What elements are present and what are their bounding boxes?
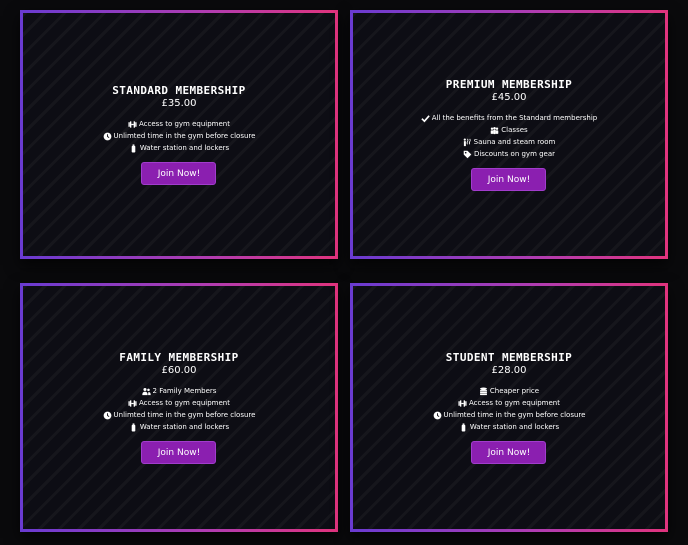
users-icon (141, 387, 151, 396)
feature-item: Water station and lockers (103, 142, 256, 154)
feature-text: Water station and lockers (469, 423, 560, 431)
plan-title: Standard Membership (112, 84, 246, 97)
feature-item: 2 Family Members (103, 385, 256, 397)
plan-title: Premium Membership (445, 78, 573, 91)
coins-icon (479, 387, 488, 396)
feature-text: Classes (501, 126, 528, 134)
membership-card-premium: Premium Membership £45.00 All the benefi… (350, 10, 668, 259)
feature-list: 2 Family Members Access to gym equipment… (103, 385, 256, 433)
plan-price: £45.00 (491, 92, 527, 103)
feature-item: Access to gym equipment (103, 118, 256, 130)
join-now-button[interactable]: Join Now! (141, 441, 217, 464)
tag-icon (463, 150, 472, 159)
feature-text: All the benefits from the Standard membe… (431, 114, 598, 122)
card-content: Premium Membership £45.00 All the benefi… (421, 78, 597, 191)
feature-item: Sauna and steam room (421, 136, 597, 148)
feature-list: Access to gym equipment Unlimted time in… (103, 118, 256, 154)
feature-item: Access to gym equipment (433, 397, 586, 409)
clock-icon (433, 411, 442, 420)
feature-item: Unlimted time in the gym before closure (103, 409, 256, 421)
feature-text: Access to gym equipment (469, 399, 560, 407)
feature-text: Water station and lockers (139, 423, 230, 431)
feature-text: Unlimted time in the gym before closure (443, 411, 586, 419)
feature-text: Access to gym equipment (139, 399, 230, 407)
bottle-icon (129, 143, 138, 153)
feature-item: Unlimted time in the gym before closure (433, 409, 586, 421)
clock-icon (103, 411, 112, 420)
plan-price: £60.00 (161, 365, 197, 376)
feature-item: Unlimted time in the gym before closure (103, 130, 256, 142)
dumbbell-icon (458, 399, 467, 408)
clock-icon (103, 132, 112, 141)
feature-list: All the benefits from the Standard membe… (421, 112, 597, 160)
dumbbell-icon (128, 399, 137, 408)
feature-item: Classes (421, 124, 597, 136)
membership-card-family: Family Membership £60.00 2 Family Member… (20, 283, 338, 532)
feature-item: Discounts on gym gear (421, 148, 597, 160)
card-content: Family Membership £60.00 2 Family Member… (103, 351, 256, 464)
hot-tub-icon (463, 138, 472, 147)
feature-item: Water station and lockers (103, 421, 256, 433)
feature-text: Unlimted time in the gym before closure (113, 132, 256, 140)
check-icon (421, 114, 430, 123)
card-content: Student Membership £28.00 Cheaper price … (433, 351, 586, 464)
plan-title: Family Membership (119, 351, 239, 364)
card-content: Standard Membership £35.00 Access to gym… (103, 84, 256, 185)
join-now-button[interactable]: Join Now! (141, 162, 217, 185)
feature-text: Cheaper price (489, 387, 540, 395)
plan-title: Student Membership (445, 351, 573, 364)
plan-price: £35.00 (161, 98, 197, 109)
feature-item: Water station and lockers (433, 421, 586, 433)
bottle-icon (129, 422, 138, 432)
feature-item: Cheaper price (433, 385, 586, 397)
feature-text: Water station and lockers (139, 144, 230, 152)
plan-price: £28.00 (491, 365, 527, 376)
membership-card-standard: Standard Membership £35.00 Access to gym… (20, 10, 338, 259)
feature-list: Cheaper price Access to gym equipment Un… (433, 385, 586, 433)
feature-text: Discounts on gym gear (473, 150, 556, 158)
membership-card-student: Student Membership £28.00 Cheaper price … (350, 283, 668, 532)
feature-text: Sauna and steam room (473, 138, 556, 146)
feature-item: Access to gym equipment (103, 397, 256, 409)
people-group-icon (490, 126, 499, 135)
feature-text: 2 Family Members (152, 387, 217, 395)
dumbbell-icon (128, 120, 137, 129)
join-now-button[interactable]: Join Now! (471, 441, 547, 464)
bottle-icon (459, 422, 468, 432)
feature-text: Unlimted time in the gym before closure (113, 411, 256, 419)
feature-text: Access to gym equipment (139, 120, 230, 128)
feature-item: All the benefits from the Standard membe… (421, 112, 597, 124)
join-now-button[interactable]: Join Now! (471, 168, 547, 191)
